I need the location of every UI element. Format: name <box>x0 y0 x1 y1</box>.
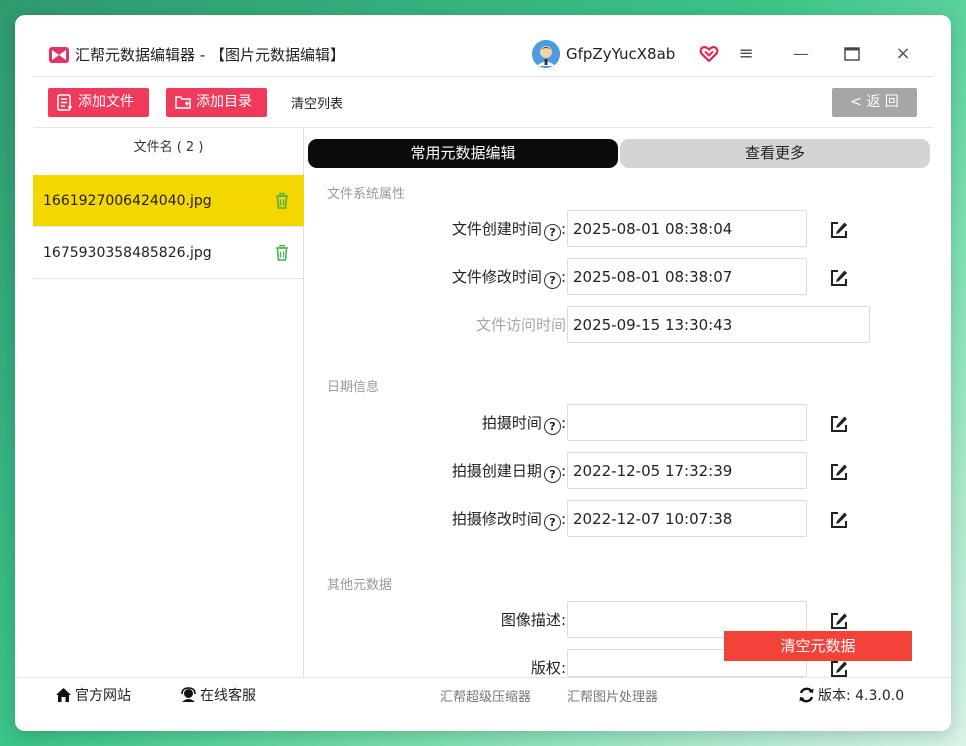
copyright-label-text: 版权 <box>530 659 561 677</box>
version-info[interactable]: 版本: 4.3.0.0 <box>798 686 904 706</box>
description-label: 图像描述: <box>501 610 566 630</box>
file-name: 1661927006424040.jpg <box>43 193 212 209</box>
copyright-label: 版权: <box>531 658 566 678</box>
edit-icon[interactable] <box>829 611 849 631</box>
refresh-icon <box>799 687 814 703</box>
help-icon[interactable]: ? <box>543 224 561 241</box>
section-other: 其他元数据 <box>327 578 393 593</box>
created-label-text: 文件创建时间 <box>451 220 542 238</box>
shot-modified-input[interactable] <box>567 500 807 537</box>
file-list-panel: 文件名 ( 2 ) 1661927006424040.jpg 167593035… <box>33 128 304 678</box>
file-name: 1675930358485826.jpg <box>43 245 212 261</box>
help-icon[interactable]: ? <box>543 466 561 483</box>
vip-heart-icon[interactable] <box>699 44 719 64</box>
help-icon[interactable]: ? <box>543 418 561 435</box>
colon: : <box>560 659 566 677</box>
title-divider <box>33 76 933 77</box>
window-title: 汇帮元数据编辑器 - 【图片元数据编辑】 <box>75 46 345 64</box>
maximize-icon <box>844 47 860 61</box>
compressor-link[interactable]: 汇帮超级压缩器 <box>440 688 531 708</box>
colon: : <box>560 268 566 286</box>
menu-button[interactable]: ≡ <box>733 41 759 67</box>
edit-icon[interactable] <box>829 414 849 434</box>
clear-list-button[interactable]: 清空列表 <box>291 93 343 112</box>
maximize-button[interactable] <box>839 41 865 67</box>
trash-icon[interactable] <box>274 192 290 210</box>
footer: 官方网站 在线客服 汇帮超级压缩器 汇帮图片处理器 版本: 4.3.0.0 <box>15 677 951 731</box>
colon: : <box>560 220 566 238</box>
edit-icon[interactable] <box>829 268 849 288</box>
created-input[interactable] <box>567 210 807 247</box>
app-logo-icon <box>49 47 69 63</box>
add-folder-icon <box>175 96 191 109</box>
tab-common-metadata[interactable]: 常用元数据编辑 <box>308 139 618 168</box>
back-button[interactable]: < 返 回 <box>832 88 917 117</box>
edit-icon[interactable] <box>829 510 849 530</box>
help-icon[interactable]: ? <box>543 514 561 531</box>
accessed-label-text: 文件访问时间 <box>475 316 566 334</box>
online-support-link[interactable]: 在线客服 <box>180 686 256 706</box>
help-icon[interactable]: ? <box>543 272 561 289</box>
file-row[interactable]: 1675930358485826.jpg <box>33 227 304 279</box>
headset-icon <box>181 687 196 702</box>
support-label: 在线客服 <box>200 688 256 704</box>
edit-icon[interactable] <box>829 462 849 482</box>
website-label: 官方网站 <box>75 688 131 704</box>
trash-icon[interactable] <box>274 244 290 262</box>
home-icon <box>56 688 71 702</box>
accessed-label: 文件访问时间 <box>476 315 566 335</box>
shot-created-label-text: 拍摄创建日期 <box>451 462 542 480</box>
section-filesystem: 文件系统属性 <box>327 187 406 202</box>
section-date: 日期信息 <box>327 380 380 395</box>
add-file-icon <box>57 94 72 111</box>
edit-icon[interactable] <box>829 659 849 677</box>
tab-view-more[interactable]: 查看更多 <box>620 139 930 168</box>
add-folder-label: 添加目录 <box>196 94 252 110</box>
clear-metadata-button[interactable]: 清空元数据 <box>724 631 912 661</box>
title-bar: 汇帮元数据编辑器 - 【图片元数据编辑】 GfpZyYucX8ab ≡ — × <box>15 15 951 77</box>
description-label-text: 图像描述 <box>500 611 561 629</box>
shot-created-input[interactable] <box>567 452 807 489</box>
file-list-header: 文件名 ( 2 ) <box>133 140 204 155</box>
colon: : <box>560 510 566 528</box>
shot-time-label-text: 拍摄时间 <box>481 414 542 432</box>
shot-time-label: 拍摄时间?: <box>482 413 566 435</box>
accessed-input <box>567 306 870 343</box>
username[interactable]: GfpZyYucX8ab <box>566 44 675 64</box>
official-website-link[interactable]: 官方网站 <box>55 686 131 706</box>
colon: : <box>560 611 566 629</box>
file-row[interactable]: 1661927006424040.jpg <box>33 175 304 227</box>
created-label: 文件创建时间?: <box>452 219 566 241</box>
colon: : <box>560 462 566 480</box>
minimize-button[interactable]: — <box>788 41 814 67</box>
close-button[interactable]: × <box>890 41 916 67</box>
modified-input[interactable] <box>567 258 807 295</box>
avatar[interactable] <box>532 40 560 68</box>
version-label: 版本: 4.3.0.0 <box>818 688 905 704</box>
add-file-button[interactable]: 添加文件 <box>48 88 149 117</box>
app-window: 汇帮元数据编辑器 - 【图片元数据编辑】 GfpZyYucX8ab ≡ — × <box>15 15 951 731</box>
shot-time-input[interactable] <box>567 404 807 441</box>
user-avatar-icon <box>532 40 560 68</box>
image-processor-link[interactable]: 汇帮图片处理器 <box>567 688 658 708</box>
add-file-label: 添加文件 <box>78 94 134 110</box>
shot-created-label: 拍摄创建日期?: <box>452 461 566 483</box>
edit-icon[interactable] <box>829 220 849 240</box>
colon: : <box>560 414 566 432</box>
add-folder-button[interactable]: 添加目录 <box>166 88 267 117</box>
shot-modified-label: 拍摄修改时间?: <box>452 509 566 531</box>
modified-label: 文件修改时间?: <box>452 267 566 289</box>
shot-modified-label-text: 拍摄修改时间 <box>451 510 542 528</box>
modified-label-text: 文件修改时间 <box>451 268 542 286</box>
